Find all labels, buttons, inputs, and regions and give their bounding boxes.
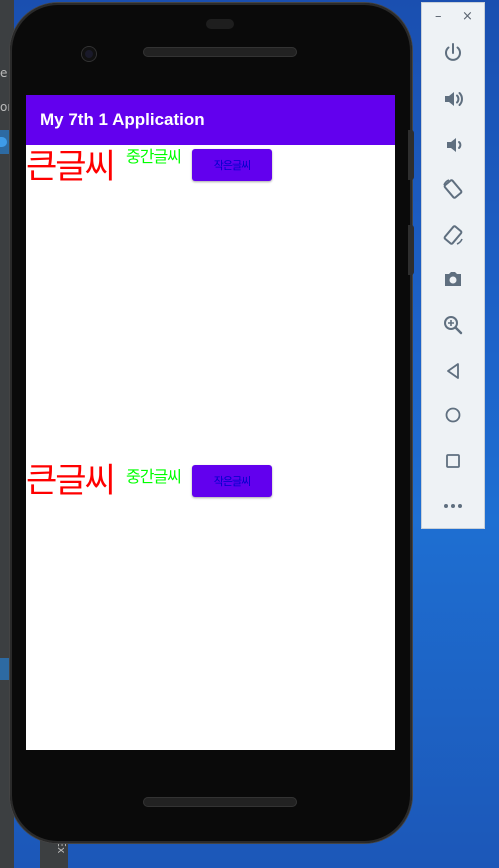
medium-text: 중간글씨	[126, 467, 182, 486]
app-bar: My 7th 1 Application	[26, 95, 395, 145]
medium-text: 중간글씨	[126, 147, 182, 166]
emulator-toolbar: – ×	[421, 2, 485, 529]
ide-selected-item[interactable]	[0, 658, 9, 680]
back-icon[interactable]	[441, 359, 465, 383]
big-text: 큰글씨	[26, 147, 116, 187]
overview-icon[interactable]	[441, 449, 465, 473]
toolbar-title-bar: – ×	[422, 3, 484, 33]
home-icon[interactable]	[441, 403, 465, 427]
more-icon[interactable]	[441, 493, 465, 517]
small-text-button[interactable]: 작은글씨	[192, 465, 272, 497]
phone-speaker-top	[143, 47, 297, 57]
volume-down-icon[interactable]	[441, 133, 465, 157]
text-row: 큰글씨 중간글씨 작은글씨	[26, 461, 395, 501]
phone-power-key	[408, 130, 414, 180]
rotate-right-icon[interactable]	[441, 223, 465, 247]
volume-up-icon[interactable]	[441, 87, 465, 111]
rotate-left-icon[interactable]	[441, 177, 465, 201]
zoom-icon[interactable]	[441, 313, 465, 337]
text-row: 큰글씨 중간글씨 작은글씨	[26, 147, 395, 187]
minimize-button[interactable]: –	[435, 9, 442, 24]
screenshot-camera-icon[interactable]	[441, 267, 465, 291]
power-icon[interactable]	[441, 41, 465, 65]
device-screen: My 7th 1 Application 큰글씨 중간글씨 작은글씨 큰글씨 중…	[26, 95, 395, 750]
phone-sensor	[206, 19, 234, 29]
phone-speaker-bottom	[143, 797, 297, 807]
phone-volume-key	[408, 225, 414, 275]
ide-bottom-tab[interactable]: Ex	[40, 840, 68, 868]
app-title: My 7th 1 Application	[40, 110, 205, 129]
big-text: 큰글씨	[26, 461, 116, 501]
front-camera-icon	[82, 47, 96, 61]
close-button[interactable]: ×	[462, 9, 473, 24]
small-text-button[interactable]: 작은글씨	[192, 149, 272, 181]
